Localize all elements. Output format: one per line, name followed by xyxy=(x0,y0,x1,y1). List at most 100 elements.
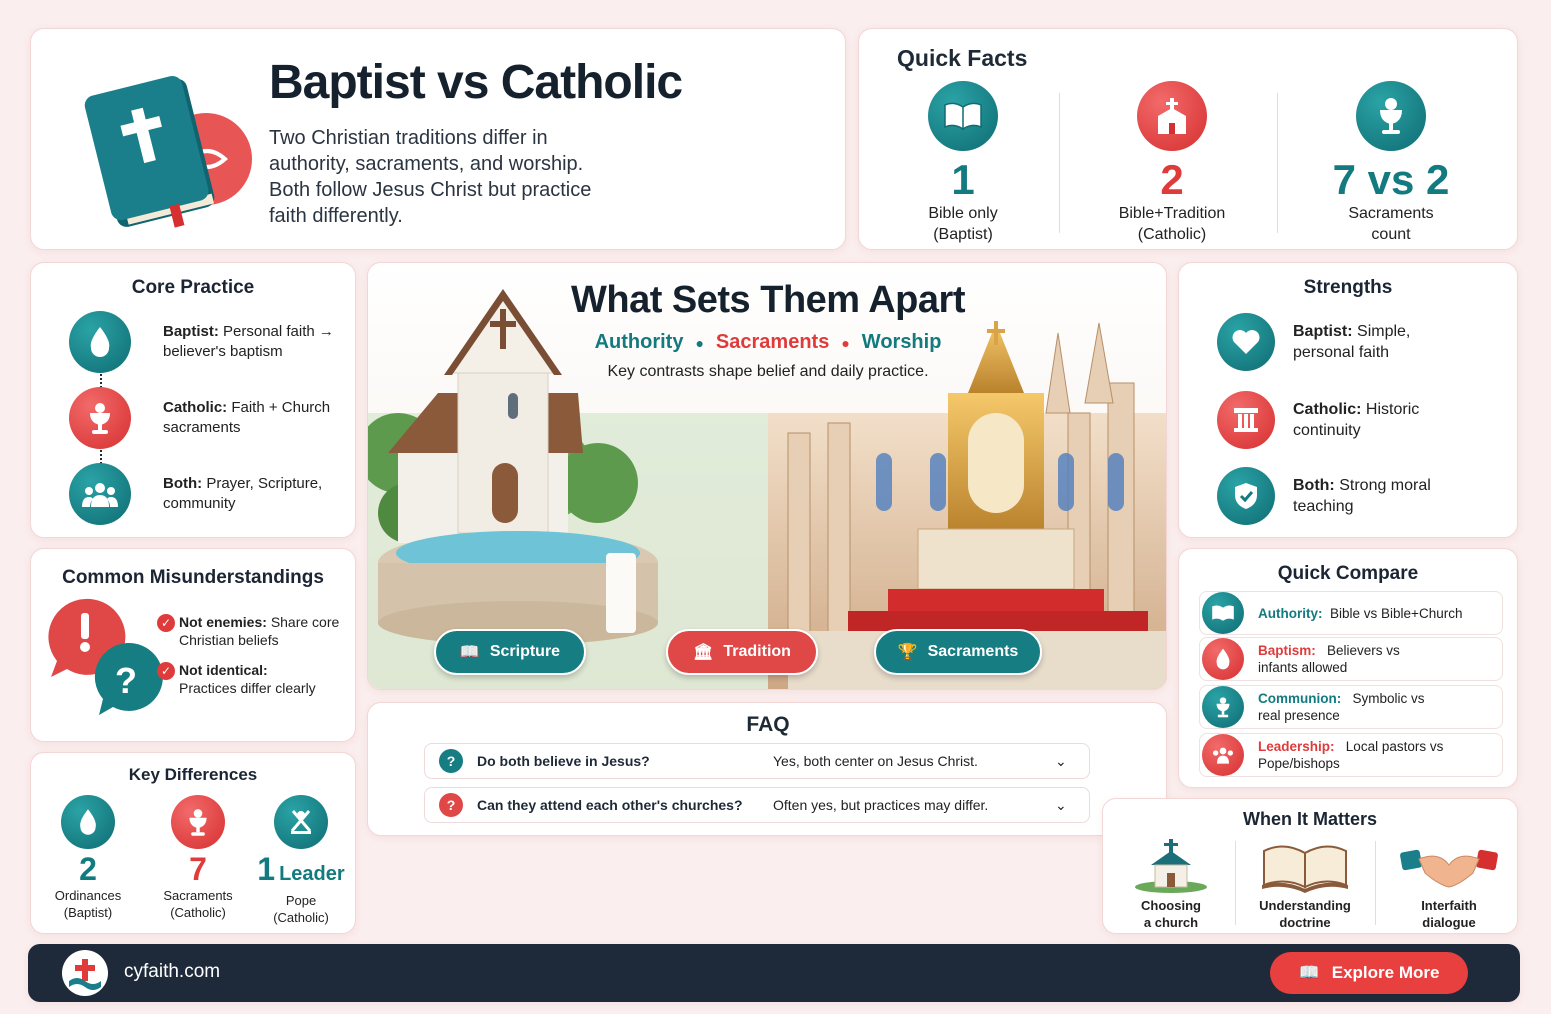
pill-label: Scripture xyxy=(489,643,561,660)
core-item-both: Both: Prayer, Scripture, community xyxy=(69,463,349,525)
key-diff-label-sub: (Catholic) xyxy=(170,905,226,920)
explore-more-button[interactable]: 📖 Explore More xyxy=(1270,952,1468,994)
chalice-icon: 🏆 xyxy=(897,644,918,661)
misunderstanding-item: ✓ Not enemies: Share core Christian beli… xyxy=(157,613,349,649)
mis-text: Practices differ clearly xyxy=(179,680,316,696)
svg-text:?: ? xyxy=(115,660,137,701)
people-icon xyxy=(1202,734,1244,776)
key-diff-leader: 1 Leader Pope (Catholic) xyxy=(249,795,353,926)
logo-icon xyxy=(62,950,108,996)
chevron-down-icon[interactable]: ⌄ xyxy=(1055,753,1067,770)
when-item: Choosing a church xyxy=(1111,837,1231,931)
compare-row-communion: Communion: Symbolic vs real presence xyxy=(1199,685,1503,729)
core-label: Baptist: xyxy=(163,323,219,340)
sets-apart-tags: Authority ● Sacraments ● Worship xyxy=(368,331,1166,354)
question-bubbles-icon: ? xyxy=(48,598,163,715)
when-label-sub: a church xyxy=(1143,915,1199,930)
chalice-icon xyxy=(171,795,225,849)
page-description: Two Christian traditions differ in autho… xyxy=(269,127,592,227)
divider xyxy=(1277,93,1278,233)
papal-keys-icon xyxy=(274,795,328,849)
divider xyxy=(1375,841,1376,925)
compare-label: Leadership: xyxy=(1258,739,1335,754)
fact-sacraments: 7 vs 2 Sacraments count xyxy=(1291,81,1491,245)
fact-label-sub: count xyxy=(1371,226,1411,243)
check-icon: ✓ xyxy=(157,662,175,680)
divider xyxy=(1235,841,1236,925)
compare-row-baptism: Baptism: Believers vs infants allowed xyxy=(1199,637,1503,681)
quick-compare-card: Quick Compare Authority: Bible vs Bible+… xyxy=(1178,548,1518,788)
water-drop-icon xyxy=(61,795,115,849)
open-book-icon xyxy=(1262,845,1348,893)
mis-label: Not enemies: xyxy=(179,614,267,630)
core-label: Both: xyxy=(163,475,203,492)
church-scene-illustration xyxy=(368,263,1166,689)
book-icon xyxy=(928,81,998,151)
strength-label: Catholic: xyxy=(1293,401,1362,418)
heart-icon xyxy=(1217,313,1275,371)
misunderstandings-card: Common Misunderstandings ? ✓ Not enemies… xyxy=(30,548,356,742)
core-practice-title: Core Practice xyxy=(131,277,255,298)
water-drop-icon xyxy=(69,311,131,373)
fact-bible-only: 1 Bible only (Baptist) xyxy=(863,81,1063,245)
when-label: Understanding xyxy=(1259,898,1351,913)
bullet-icon: ● xyxy=(695,334,704,351)
strength-item: Catholic: Historic continuity xyxy=(1217,391,1463,449)
key-diff-label: Sacraments xyxy=(163,888,233,903)
water-drop-icon xyxy=(1202,638,1244,680)
key-differences-title: Key Differences xyxy=(128,765,258,784)
misunderstandings-title: Common Misunderstandings xyxy=(62,567,324,588)
strength-label: Both: xyxy=(1293,477,1335,494)
strength-item: Both: Strong moral teaching xyxy=(1217,467,1463,525)
faq-question: Can they attend each other's churches? xyxy=(477,797,743,813)
fact-bible-tradition: 2 Bible+Tradition (Catholic) xyxy=(1072,81,1272,245)
key-diff-label-sub: (Baptist) xyxy=(63,905,113,920)
faq-question: Do both believe in Jesus? xyxy=(477,753,650,769)
site-link[interactable]: cyfaith.com xyxy=(124,961,220,983)
key-diff-value: 1 xyxy=(257,851,276,887)
compare-label: Communion: xyxy=(1258,691,1342,706)
tag-sacraments: Sacraments xyxy=(715,331,830,353)
pill-label: Sacraments xyxy=(927,643,1019,660)
strength-item: Baptist: Simple, personal faith xyxy=(1217,313,1463,371)
sets-apart-subtitle: Key contrasts shape belief and daily pra… xyxy=(607,363,929,380)
check-icon: ✓ xyxy=(157,614,175,632)
core-item-baptist: Baptist: Personal faith → believer's bap… xyxy=(69,311,349,373)
mis-label: Not identical: xyxy=(179,662,268,678)
compare-label: Authority: xyxy=(1258,605,1323,621)
compare-row-authority: Authority: Bible vs Bible+Church xyxy=(1199,591,1503,635)
shield-check-icon xyxy=(1217,467,1275,525)
faq-item[interactable]: ? Do both believe in Jesus? Yes, both ce… xyxy=(424,743,1090,779)
bullet-icon: ● xyxy=(841,334,850,351)
fact-value: 1 xyxy=(951,156,975,203)
faq-answer: Yes, both center on Jesus Christ. xyxy=(773,753,978,769)
explore-more-label: Explore More xyxy=(1331,963,1440,982)
bible-icon xyxy=(84,75,252,228)
church-icon xyxy=(1135,839,1207,893)
compare-text: Bible vs Bible+Church xyxy=(1330,605,1463,621)
fact-label-sub: (Baptist) xyxy=(933,226,993,243)
pillar-icon: 🏛 xyxy=(693,644,714,661)
core-label: Catholic: xyxy=(163,399,228,416)
compare-label: Baptism: xyxy=(1258,643,1316,658)
misunderstanding-item: ✓ Not identical: Practices differ clearly xyxy=(157,661,349,697)
footer-bar: cyfaith.com 📖 Explore More xyxy=(28,944,1520,1002)
hero-card: Baptist vs Catholic Two Christian tradit… xyxy=(30,28,846,250)
key-diff-label: Pope xyxy=(285,893,317,908)
faq-item[interactable]: ? Can they attend each other's churches?… xyxy=(424,787,1090,823)
handshake-icon xyxy=(1400,849,1498,888)
core-item-catholic: Catholic: Faith + Church sacraments xyxy=(69,387,349,449)
sacraments-button[interactable]: 🏆 Sacraments xyxy=(874,629,1042,675)
when-it-matters-card: When It Matters Choosing a church Unders… xyxy=(1102,798,1518,934)
key-diff-value: 7 xyxy=(189,851,207,887)
scripture-button[interactable]: 📖 Scripture xyxy=(434,629,586,675)
key-diff-value: 2 xyxy=(79,851,97,887)
tradition-button[interactable]: 🏛 Tradition xyxy=(666,629,818,675)
open-book-icon: 📖 xyxy=(459,644,480,661)
key-differences-card: Key Differences 2 Ordinances (Baptist) 7… xyxy=(30,752,356,934)
chevron-down-icon[interactable]: ⌄ xyxy=(1055,797,1067,814)
chalice-icon xyxy=(69,387,131,449)
when-item: Understanding doctrine xyxy=(1245,837,1365,931)
fact-label-sub: (Catholic) xyxy=(1137,226,1207,243)
sets-apart-title: What Sets Them Apart xyxy=(571,279,965,321)
